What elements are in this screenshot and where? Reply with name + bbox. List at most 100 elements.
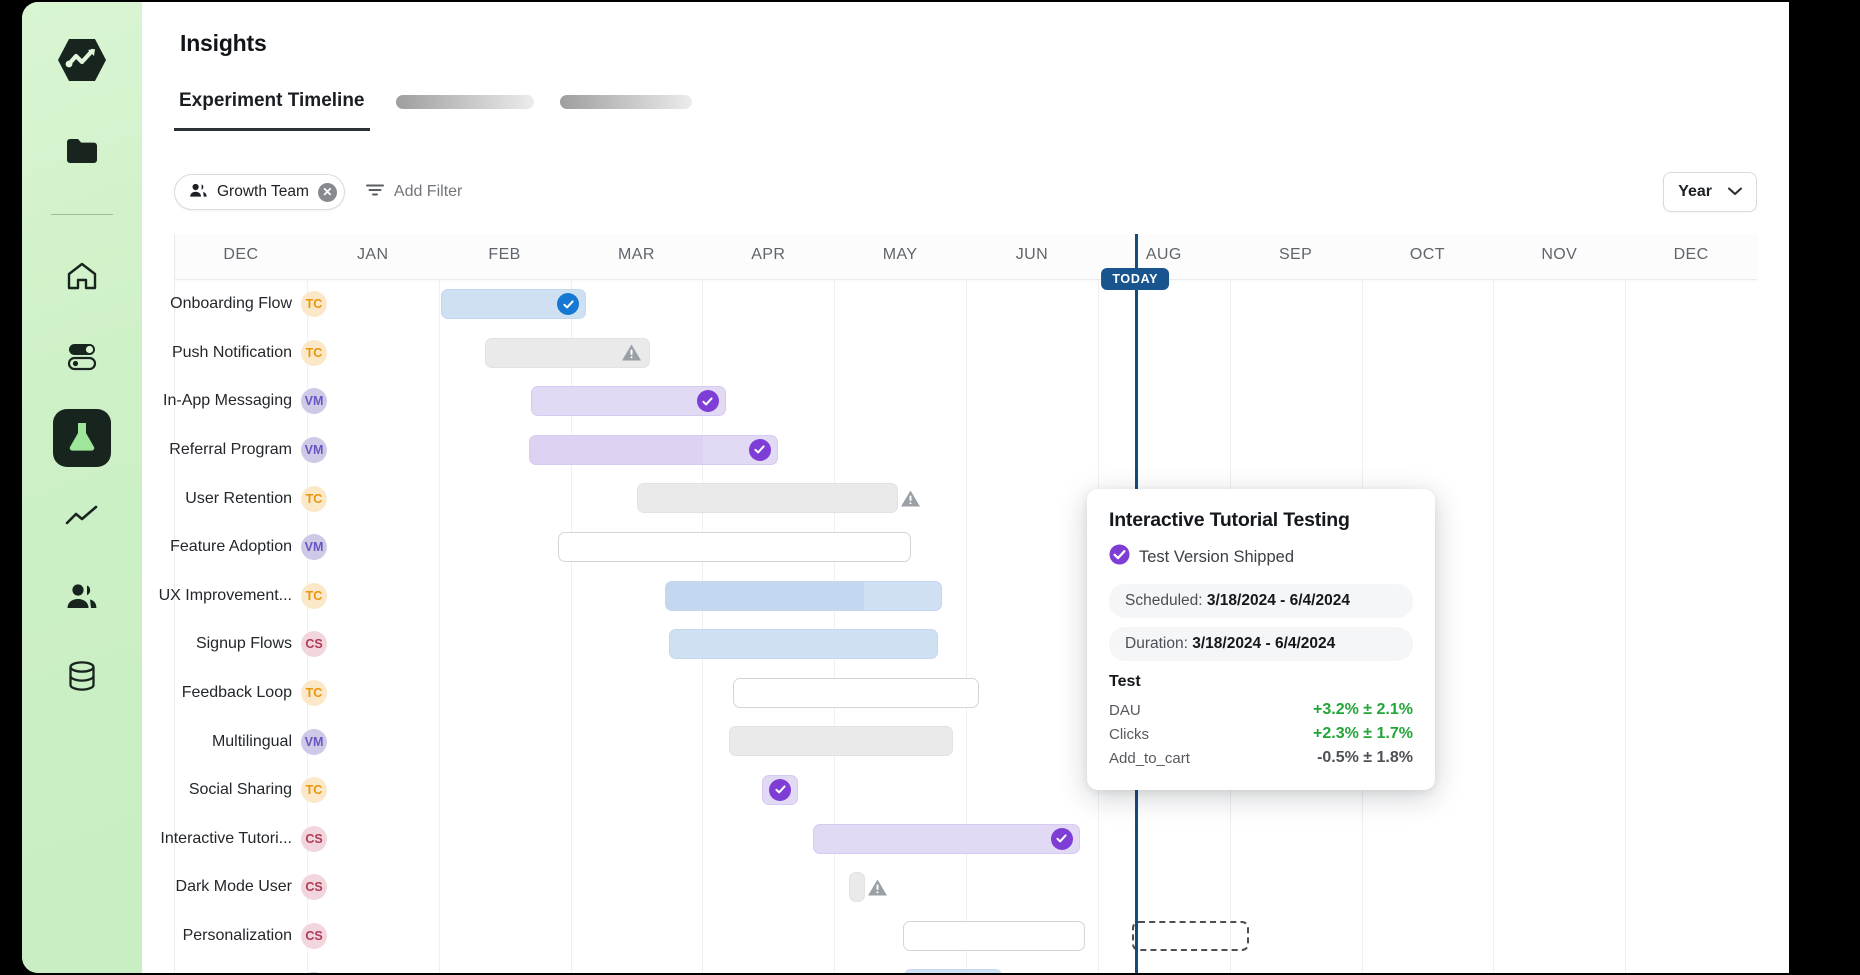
tab-placeholder-2[interactable] [559,94,692,109]
sidebar-item-experiments[interactable] [53,409,111,467]
gantt-row-label: In-App Messaging VM [143,388,327,415]
range-select-label: Year [1678,183,1712,200]
gantt-bar-progress [666,581,865,610]
tooltip-metric-label: DAU [1109,701,1141,719]
range-select-year[interactable]: Year [1663,172,1757,212]
experiment-name: Feature Adoption [170,538,292,556]
tooltip-metrics: DAU +3.2% ± 2.1% Clicks +2.3% ± 1.7% Add_to_… [1109,698,1413,770]
sidebar-item-toggles[interactable] [53,329,111,387]
avatar[interactable]: VM [301,437,327,464]
tooltip-metric-value: +3.2% ± 2.1% [1313,701,1413,718]
gantt-bar[interactable] [636,483,921,514]
check-circle-icon [1050,827,1073,850]
gantt-bar[interactable] [557,531,911,562]
gantt-chart: DEC JAN FEB MAR APR MAY JUN AUG SEP OCT NOV DEC Onb… [159,234,1757,973]
gantt-bar[interactable] [440,289,587,319]
avatar[interactable]: CS [301,923,327,950]
gantt-row-label: Personalization CS [143,923,327,950]
check-circle-icon [696,390,719,413]
sidebar-item-home[interactable] [53,249,111,307]
gantt-bar[interactable] [904,969,1003,973]
tooltip-pill-value: 3/18/2024 - 6/4/2024 [1192,635,1336,652]
app-logo[interactable] [56,36,108,84]
gridline [1625,280,1627,973]
sidebar [22,2,142,973]
gantt-row-label: User Retention TC [143,485,327,512]
gantt-row-label: Social Sharing TC [143,777,327,804]
avatar[interactable]: TC [301,582,327,609]
month-label: MAR [618,246,655,263]
sidebar-item-audience[interactable] [53,569,111,627]
tooltip-pill-duration: Duration: 3/18/2024 - 6/4/2024 [1109,627,1413,661]
gantt-bar[interactable] [728,726,954,757]
gantt-bar[interactable] [485,337,650,368]
avatar[interactable]: VM [301,971,327,973]
avatar[interactable]: TC [301,485,327,512]
sidebar-item-projects[interactable] [53,124,111,182]
month-label: SEP [1278,246,1313,263]
tooltip-metric-label: Add_to_cart [1109,749,1190,767]
month-label: FEB [488,246,521,263]
gantt-bar[interactable] [733,677,979,708]
gantt-row-label: Push Notification TC [143,339,327,366]
warning-triangle-icon [621,343,643,363]
gantt-bar[interactable] [812,823,1080,854]
add-filter-button[interactable]: Add Filter [365,182,462,203]
gantt-row-label: Dark Mode User CS [143,874,327,901]
experiment-name: Push Notification [171,343,292,361]
avatar[interactable]: TC [301,339,327,366]
avatar[interactable]: TC [301,777,327,804]
tooltip-pill-label: Duration: [1125,635,1188,652]
avatar[interactable]: TC [301,680,327,707]
avatar[interactable]: CS [301,631,327,658]
tab-placeholder-1[interactable] [395,94,534,109]
sidebar-item-analytics[interactable] [53,489,111,547]
gantt-bar[interactable] [848,872,888,903]
gridline [834,280,836,973]
tooltip-metric-value: +2.3% ± 1.7% [1313,725,1413,742]
avatar[interactable]: TC [301,291,327,318]
avatar[interactable]: VM [301,388,327,415]
gantt-row-label: Feedback Loop TC [143,680,327,707]
experiment-name: Multilingual [211,732,292,750]
experiment-name: Personalization [182,927,292,945]
tab-experiment-timeline[interactable]: Experiment Timeline [174,90,370,131]
avatar[interactable]: VM [301,534,327,561]
gantt-bar[interactable] [665,580,943,611]
filter-chip-growth-team[interactable]: Growth Team ✕ [174,174,345,210]
tooltip-pill-scheduled: Scheduled: 3/18/2024 - 6/4/2024 [1109,584,1413,618]
gantt-month-header: DEC JAN FEB MAR APR MAY JUN AUG SEP OCT NOV DEC [175,234,1757,280]
experiment-name: Feedback Loop [181,684,292,702]
gantt-bar[interactable] [668,629,938,660]
warning-triangle-icon [866,876,890,898]
gridline [570,280,572,973]
app-window: Insights Experiment Timeline Growth Team… [22,2,1789,973]
database-icon [67,660,97,697]
month-label: DEC [1673,246,1709,263]
sidebar-item-data[interactable] [53,649,111,707]
gantt-row-label: Onboarding Flow TC [143,291,327,318]
month-label: AUG [1145,246,1182,263]
filter-icon [365,182,385,203]
gantt-bar-projected[interactable] [1132,920,1250,951]
avatar[interactable]: VM [301,728,327,755]
gantt-bar-progress [530,435,703,464]
gantt-bar[interactable] [529,434,778,465]
check-circle-icon [748,438,771,461]
gantt-bar[interactable] [761,774,799,805]
experiment-name: Dark Mode User [175,878,292,896]
tooltip-pill-label: Scheduled: [1125,592,1203,609]
avatar[interactable]: CS [301,874,327,901]
today-badge: TODAY [1101,268,1170,290]
avatar[interactable]: CS [301,825,327,852]
gantt-bar[interactable] [530,386,726,417]
tooltip-metric-row: DAU +3.2% ± 2.1% [1109,698,1413,722]
filter-chip-label: Growth Team [217,183,309,200]
users-icon [65,581,99,616]
close-icon[interactable]: ✕ [317,182,337,202]
chevron-down-icon [1728,183,1742,201]
tooltip-metric-label: Clicks [1109,725,1149,743]
gantt-bar[interactable] [902,920,1085,951]
tooltip-status: Test Version Shipped [1109,544,1413,570]
tab-bar: Experiment Timeline [174,90,692,131]
